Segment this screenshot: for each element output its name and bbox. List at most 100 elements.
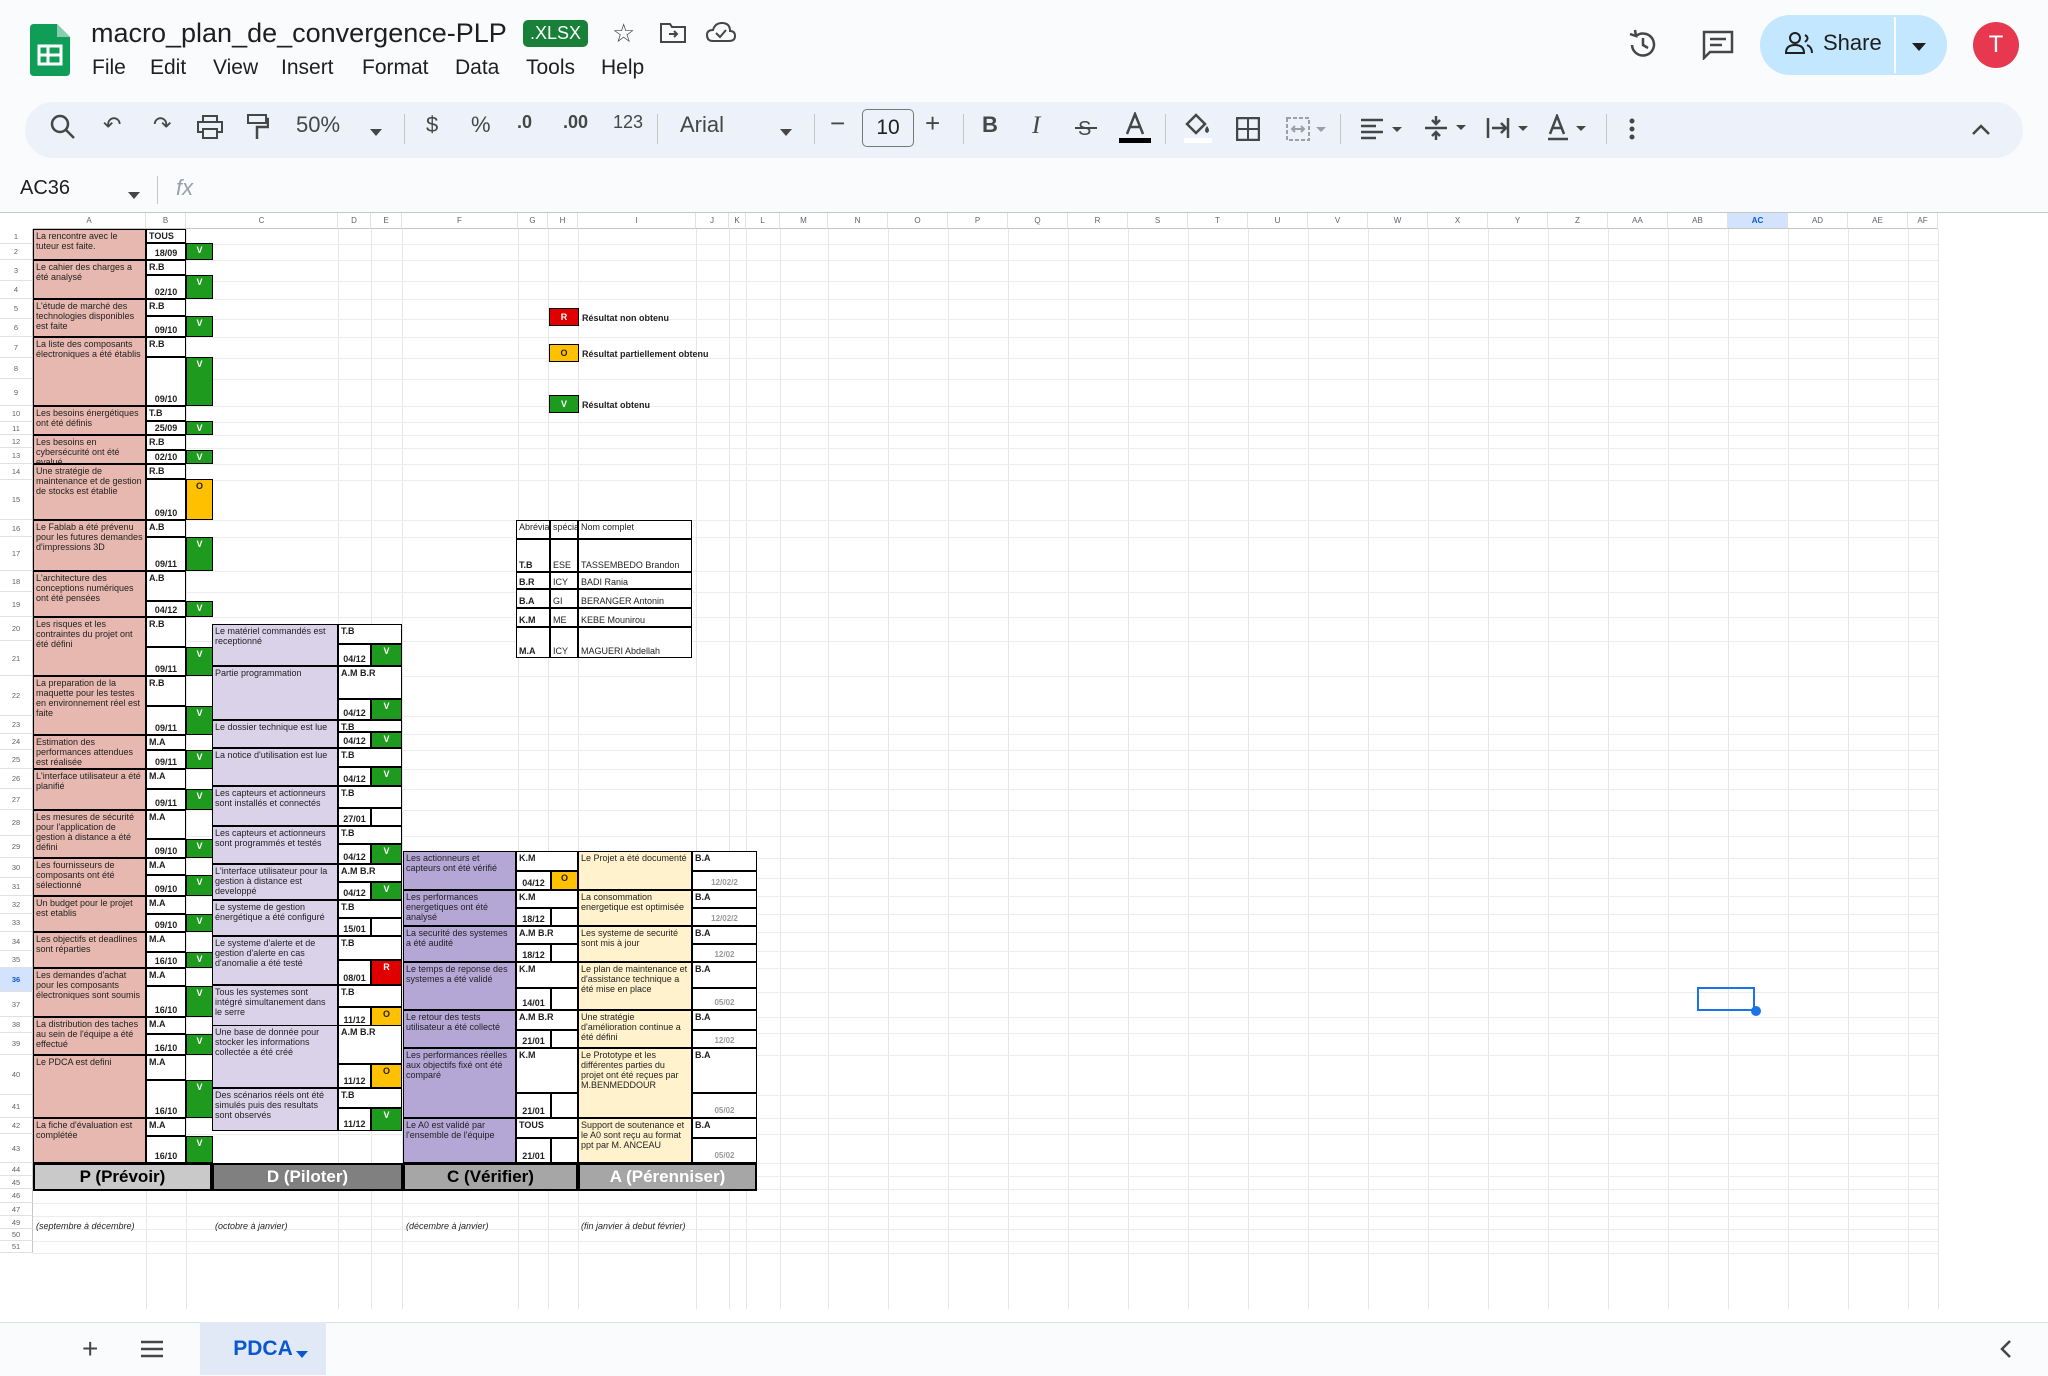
plan-date[interactable]: 09/11: [146, 750, 186, 769]
more-options-icon[interactable]: [1629, 118, 1635, 145]
plan-status[interactable]: V: [186, 316, 213, 337]
do-task-2[interactable]: Partie programmation: [212, 666, 338, 720]
plan-date[interactable]: 09/11: [146, 789, 186, 810]
plan-status[interactable]: V: [186, 421, 213, 435]
act-owner[interactable]: B.A: [692, 1010, 757, 1030]
check-task-1[interactable]: Les actionneurs et capteurs ont été véri…: [403, 851, 516, 890]
team-table-header[interactable]: Abrévia: [516, 520, 550, 539]
decrease-font-size-button[interactable]: −: [830, 108, 845, 139]
plan-date[interactable]: 16/10: [146, 1136, 186, 1163]
check-status[interactable]: [551, 1093, 578, 1118]
row-header-20[interactable]: 20: [0, 617, 33, 641]
zoom-chevron-icon[interactable]: [370, 123, 382, 141]
plan-date[interactable]: 09/10: [146, 914, 186, 932]
plan-status[interactable]: V: [186, 1080, 213, 1118]
row-header-6[interactable]: 6: [0, 319, 33, 337]
team-table-cell[interactable]: ME: [550, 608, 578, 627]
fill-color-icon[interactable]: [1183, 112, 1213, 149]
plan-status[interactable]: V: [186, 839, 213, 858]
check-owner[interactable]: A.M B.R: [516, 926, 578, 944]
name-box-chevron-icon[interactable]: [128, 186, 140, 204]
do-owner[interactable]: A.M B.R: [338, 1025, 402, 1064]
row-header-30[interactable]: 30: [0, 858, 33, 878]
do-task-6[interactable]: Les capteurs et actionneurs sont program…: [212, 826, 338, 864]
do-date[interactable]: 11/12: [338, 1007, 371, 1027]
row-header-33[interactable]: 33: [0, 914, 33, 932]
row-header-43[interactable]: 43: [0, 1134, 33, 1163]
do-owner[interactable]: T.B: [338, 826, 402, 844]
row-header-8[interactable]: 8: [0, 358, 33, 379]
plan-owner[interactable]: M.A: [146, 896, 186, 914]
plan-date[interactable]: 09/11: [146, 537, 186, 571]
plan-date[interactable]: 16/10: [146, 1080, 186, 1118]
plan-task-17[interactable]: Les objectifs et deadlines sont répartie…: [33, 932, 146, 968]
plan-date[interactable]: 16/10: [146, 986, 186, 1017]
do-task-7[interactable]: L'interface utilisateur pour la gestion …: [212, 864, 338, 900]
menu-help[interactable]: Help: [601, 56, 644, 80]
column-header-q[interactable]: Q: [1008, 213, 1068, 229]
check-owner[interactable]: A.M B.R: [516, 1010, 578, 1030]
team-table-cell[interactable]: ICY: [550, 627, 578, 658]
all-sheets-icon[interactable]: [140, 1340, 164, 1363]
plan-status[interactable]: V: [186, 275, 213, 299]
row-header-34[interactable]: 34: [0, 932, 33, 951]
menu-insert[interactable]: Insert: [281, 56, 334, 80]
plan-task-3[interactable]: L'étude de marché des technologies dispo…: [33, 299, 146, 337]
version-history-icon[interactable]: [1626, 28, 1660, 67]
team-table-cell[interactable]: ESE: [550, 539, 578, 572]
column-header-ac[interactable]: AC: [1728, 213, 1788, 229]
check-date[interactable]: 04/12: [516, 871, 551, 890]
do-status[interactable]: O: [371, 1007, 402, 1027]
check-date[interactable]: 18/12: [516, 908, 551, 926]
row-header-13[interactable]: 13: [0, 448, 33, 464]
column-header-w[interactable]: W: [1368, 213, 1428, 229]
do-status[interactable]: V: [371, 644, 402, 666]
borders-icon[interactable]: [1235, 116, 1261, 146]
column-header-x[interactable]: X: [1428, 213, 1488, 229]
plan-task-2[interactable]: Le cahier des charges a été analysé: [33, 260, 146, 299]
do-status[interactable]: V: [371, 699, 402, 720]
do-date[interactable]: 04/12: [338, 699, 371, 720]
plan-status[interactable]: V: [186, 750, 213, 769]
plan-owner[interactable]: R.B: [146, 435, 186, 450]
menu-tools[interactable]: Tools: [526, 56, 575, 80]
row-header-21[interactable]: 21: [0, 641, 33, 676]
menu-edit[interactable]: Edit: [150, 56, 186, 80]
team-table-cell[interactable]: B.R: [516, 572, 550, 589]
do-date[interactable]: 04/12: [338, 844, 371, 864]
column-header-l[interactable]: L: [746, 213, 780, 229]
plan-task-8[interactable]: Le Fablab a été prévenu pour les futures…: [33, 520, 146, 571]
row-header-44[interactable]: 44: [0, 1163, 33, 1176]
row-header-7[interactable]: 7: [0, 337, 33, 358]
team-table-cell[interactable]: B.A: [516, 589, 550, 608]
plan-status[interactable]: V: [186, 601, 213, 617]
do-date[interactable]: 04/12: [338, 882, 371, 900]
plan-task-5[interactable]: Les besoins énergétiques ont été définis: [33, 406, 146, 435]
plan-owner[interactable]: R.B: [146, 299, 186, 316]
check-task-7[interactable]: Le A0 est validé par l'ensemble de l'équ…: [403, 1118, 516, 1163]
row-header-32[interactable]: 32: [0, 896, 33, 914]
row-header-3[interactable]: 3: [0, 260, 33, 281]
plan-task-21[interactable]: La fiche d'évaluation est complétée: [33, 1118, 146, 1163]
do-task-10[interactable]: Tous les systemes sont intégré simultane…: [212, 985, 338, 1027]
vertical-align-icon[interactable]: [1424, 115, 1470, 146]
number-format-button[interactable]: 123: [613, 112, 643, 133]
undo-icon[interactable]: ↶: [103, 112, 121, 138]
do-owner[interactable]: T.B: [338, 786, 402, 808]
plan-status[interactable]: V: [186, 706, 213, 735]
row-header-39[interactable]: 39: [0, 1033, 33, 1055]
do-date[interactable]: 04/12: [338, 644, 371, 666]
plan-status[interactable]: V: [186, 986, 213, 1017]
row-header-25[interactable]: 25: [0, 750, 33, 769]
do-date[interactable]: 27/01: [338, 808, 371, 826]
plan-status[interactable]: V: [186, 914, 213, 932]
plan-date[interactable]: 09/10: [146, 479, 186, 520]
row-header-14[interactable]: 14: [0, 464, 33, 480]
do-owner[interactable]: T.B: [338, 624, 402, 644]
column-header-e[interactable]: E: [371, 213, 402, 229]
column-header-s[interactable]: S: [1128, 213, 1188, 229]
row-header-41[interactable]: 41: [0, 1095, 33, 1118]
plan-owner[interactable]: M.A: [146, 810, 186, 839]
star-icon[interactable]: ☆: [612, 18, 635, 49]
column-header-ab[interactable]: AB: [1668, 213, 1728, 229]
